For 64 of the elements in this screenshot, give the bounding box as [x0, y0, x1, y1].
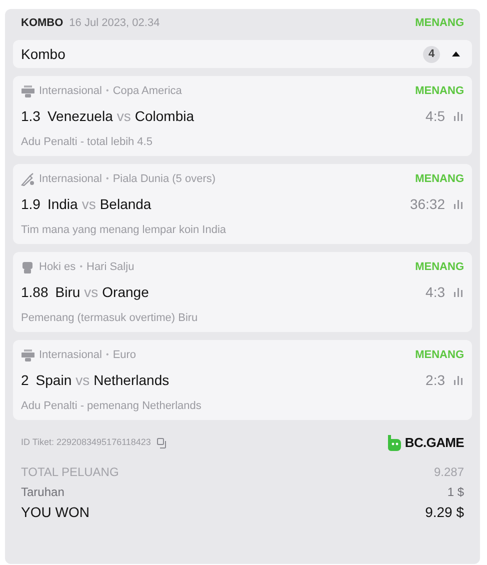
vs-label: vs	[82, 194, 96, 214]
summary-value: 9.287	[434, 464, 464, 481]
separator-dot: •	[106, 85, 109, 97]
bet-status: MENANG	[415, 16, 464, 31]
brand-logo-icon	[386, 435, 401, 451]
stats-icon[interactable]	[453, 111, 464, 121]
separator-dot: •	[106, 173, 109, 185]
stats-icon[interactable]	[453, 375, 464, 385]
ticket-id: ID Tiket: 2292083495176118423	[21, 436, 151, 450]
event-status: MENANG	[415, 172, 464, 187]
market-label: Pemenang (termasuk overtime) Biru	[21, 310, 198, 326]
away-team: Orange	[102, 282, 149, 302]
market-label: Adu Penalti - pemenang Netherlands	[21, 398, 202, 414]
league-label: Internasional	[39, 172, 102, 187]
score-value: 4:3	[426, 282, 445, 302]
away-team: Netherlands	[94, 370, 170, 390]
league-label: Internasional	[39, 84, 102, 99]
brand-name: BC.GAME	[404, 434, 464, 452]
score-value: 4:5	[426, 106, 445, 126]
separator-dot: •	[106, 349, 109, 361]
separator-dot: •	[80, 261, 82, 273]
market-label: Adu Penalti - total lebih 4.5	[21, 134, 152, 150]
combo-header[interactable]: Kombo 4	[13, 40, 472, 68]
league-label: Hoki es	[39, 260, 76, 275]
vs-label: vs	[116, 106, 131, 126]
bet-date: 16 Jul 2023, 02.34	[69, 16, 160, 31]
tournament-label: Copa America	[112, 84, 182, 99]
game-logo-icon	[21, 84, 35, 98]
home-team: Biru	[55, 282, 80, 302]
score-value: 36:32	[410, 194, 445, 214]
hockey-glove-icon	[21, 260, 35, 274]
tournament-label: Euro	[112, 348, 136, 363]
summary-label: YOU WON	[21, 502, 90, 522]
bet-type: KOMBO	[21, 16, 64, 31]
odds-value: 1.3	[21, 106, 40, 126]
summary-value: 9.29 $	[425, 502, 464, 522]
count-badge: 4	[423, 46, 440, 62]
summary-label: Taruhan	[21, 484, 64, 501]
tournament-label: Piala Dunia (5 overs)	[112, 172, 216, 187]
odds-value: 2	[21, 370, 29, 390]
stats-icon[interactable]	[453, 287, 464, 297]
caret-up-icon	[452, 51, 460, 57]
odds-value: 1.9	[21, 194, 40, 214]
home-team: Spain	[36, 370, 72, 390]
away-team: Colombia	[134, 106, 194, 126]
league-label: Internasional	[39, 348, 102, 363]
odds-value: 1.88	[21, 282, 48, 302]
vs-label: vs	[76, 370, 90, 390]
event-status: MENANG	[415, 84, 464, 99]
score-value: 2:3	[426, 370, 445, 390]
summary-value: 1 $	[447, 484, 464, 501]
tournament-label: Hari Salju	[86, 260, 134, 275]
event-status: MENANG	[415, 348, 464, 363]
summary-label: TOTAL PELUANG	[21, 464, 119, 481]
market-label: Tim mana yang menang lempar koin India	[21, 222, 226, 238]
event-status: MENANG	[415, 260, 464, 275]
stats-icon[interactable]	[453, 199, 464, 209]
copy-icon[interactable]	[156, 438, 168, 448]
cricket-bat-icon	[21, 172, 35, 186]
home-team: Venezuela	[47, 106, 113, 126]
home-team: India	[47, 194, 78, 214]
away-team: Belanda	[100, 194, 152, 214]
game-logo-icon	[21, 348, 35, 362]
vs-label: vs	[84, 282, 98, 302]
